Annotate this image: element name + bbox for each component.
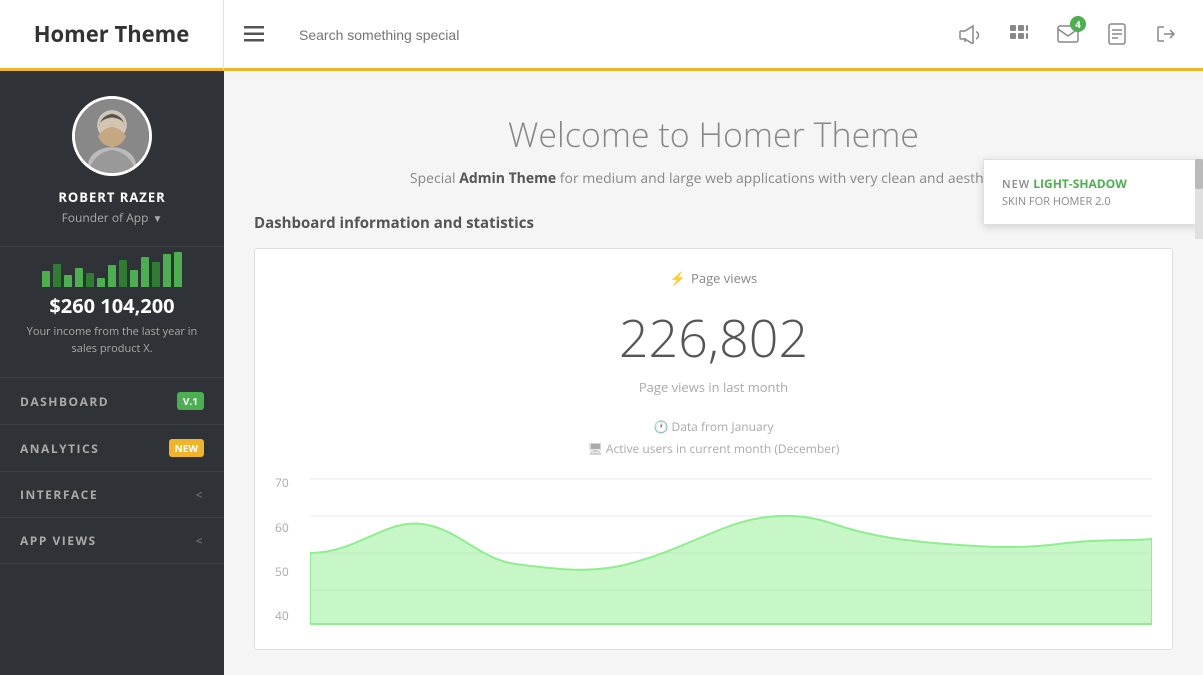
search-input[interactable] xyxy=(299,27,699,43)
document-button[interactable] xyxy=(1095,12,1139,56)
sidebar-item-dashboard[interactable]: DASHBOARD V.1 xyxy=(0,378,224,425)
dashboard-badge: V.1 xyxy=(177,392,204,410)
interface-chevron: < xyxy=(196,486,204,503)
income-chart xyxy=(0,247,224,292)
chart-bar xyxy=(53,264,61,287)
chart-bar xyxy=(64,275,72,287)
menu-toggle-button[interactable] xyxy=(224,21,284,48)
dashboard-label: DASHBOARD xyxy=(20,393,109,410)
chart-bar xyxy=(152,262,160,287)
income-amount: $260 104,200 xyxy=(0,292,224,324)
page-views-number: 226,802 xyxy=(275,302,1152,373)
main-layout: ROBERT RAZER Founder of App ▼ $260 104,2… xyxy=(0,71,1203,675)
user-name: ROBERT RAZER xyxy=(15,188,209,206)
analytics-label: ANALYTICS xyxy=(20,440,99,457)
chart-y-labels: 70 60 50 40 xyxy=(275,469,289,629)
chart-bar xyxy=(108,265,116,287)
logout-icon xyxy=(1155,23,1177,45)
sidebar-item-analytics[interactable]: ANALYTICS NEW xyxy=(0,425,224,472)
page-views-label: Page views xyxy=(691,269,757,287)
megaphone-icon xyxy=(959,24,981,44)
clock-icon: 🕐 xyxy=(653,418,668,435)
search-container xyxy=(284,23,948,45)
appviews-label: APP VIEWS xyxy=(20,532,97,549)
chart-bar xyxy=(97,278,105,287)
sidebar-item-appviews[interactable]: APP VIEWS < xyxy=(0,518,224,564)
navbar: Homer Theme xyxy=(0,0,1203,71)
appviews-chevron: < xyxy=(196,532,204,549)
document-icon xyxy=(1108,23,1126,45)
chart-bar xyxy=(86,273,94,287)
chart-area: 70 60 50 40 xyxy=(275,469,1152,629)
chart-bar xyxy=(75,268,83,287)
megaphone-button[interactable] xyxy=(948,12,992,56)
sidebar-item-interface[interactable]: INTERFACE < xyxy=(0,472,224,518)
logout-button[interactable] xyxy=(1144,12,1188,56)
brand-logo: Homer Theme xyxy=(0,0,224,70)
main-content: Welcome to Homer Theme Special Admin The… xyxy=(224,71,1203,675)
interface-label: INTERFACE xyxy=(20,486,98,503)
hamburger-icon xyxy=(244,26,264,42)
popup-skin-text: SKIN FOR HOMER 2.0 xyxy=(1002,194,1111,209)
brand-title: Homer Theme xyxy=(34,19,190,49)
mail-badge: 4 xyxy=(1070,16,1086,32)
sidebar: ROBERT RAZER Founder of App ▼ $260 104,2… xyxy=(0,71,224,675)
monitor-icon: 🖥 xyxy=(588,440,603,457)
apps-icon xyxy=(1008,23,1030,45)
popup-scrollbar-thumb xyxy=(1195,159,1203,189)
nav-section: DASHBOARD V.1 ANALYTICS NEW INTERFACE < … xyxy=(0,377,224,564)
chart-bar xyxy=(163,254,171,287)
user-profile: ROBERT RAZER Founder of App ▼ xyxy=(0,71,224,247)
welcome-title: Welcome to Homer Theme xyxy=(254,111,1173,157)
chart-svg xyxy=(310,469,1152,629)
user-role: Founder of App ▼ xyxy=(15,209,209,226)
apps-button[interactable] xyxy=(997,12,1041,56)
chart-meta: 🕐 Data from January 🖥 Active users in cu… xyxy=(275,416,1152,459)
avatar xyxy=(72,96,152,176)
chart-bar xyxy=(174,252,182,287)
popup-highlight: LIGHT-SHADOW xyxy=(1033,175,1127,192)
navbar-icons: 4 xyxy=(948,12,1203,56)
page-views-sublabel: Page views in last month xyxy=(275,378,1152,396)
income-description: Your income from the last year in sales … xyxy=(0,324,224,377)
chart-bar xyxy=(42,271,50,287)
popup-new-label: NEW xyxy=(1002,177,1030,192)
user-role-chevron[interactable]: ▼ xyxy=(152,211,162,225)
analytics-badge: NEW xyxy=(169,439,204,457)
popup-scrollbar[interactable] xyxy=(1195,159,1203,239)
chart-bar xyxy=(130,270,138,287)
page-views-header: ⚡ Page views xyxy=(275,269,1152,287)
mail-button[interactable]: 4 xyxy=(1046,12,1090,56)
lightning-icon: ⚡ xyxy=(670,269,686,287)
chart-bar xyxy=(141,257,149,287)
stats-card: ⚡ Page views 226,802 Page views in last … xyxy=(254,248,1173,650)
chart-bar xyxy=(119,260,127,287)
popup-notification: NEW LIGHT-SHADOW SKIN FOR HOMER 2.0 xyxy=(983,159,1203,225)
